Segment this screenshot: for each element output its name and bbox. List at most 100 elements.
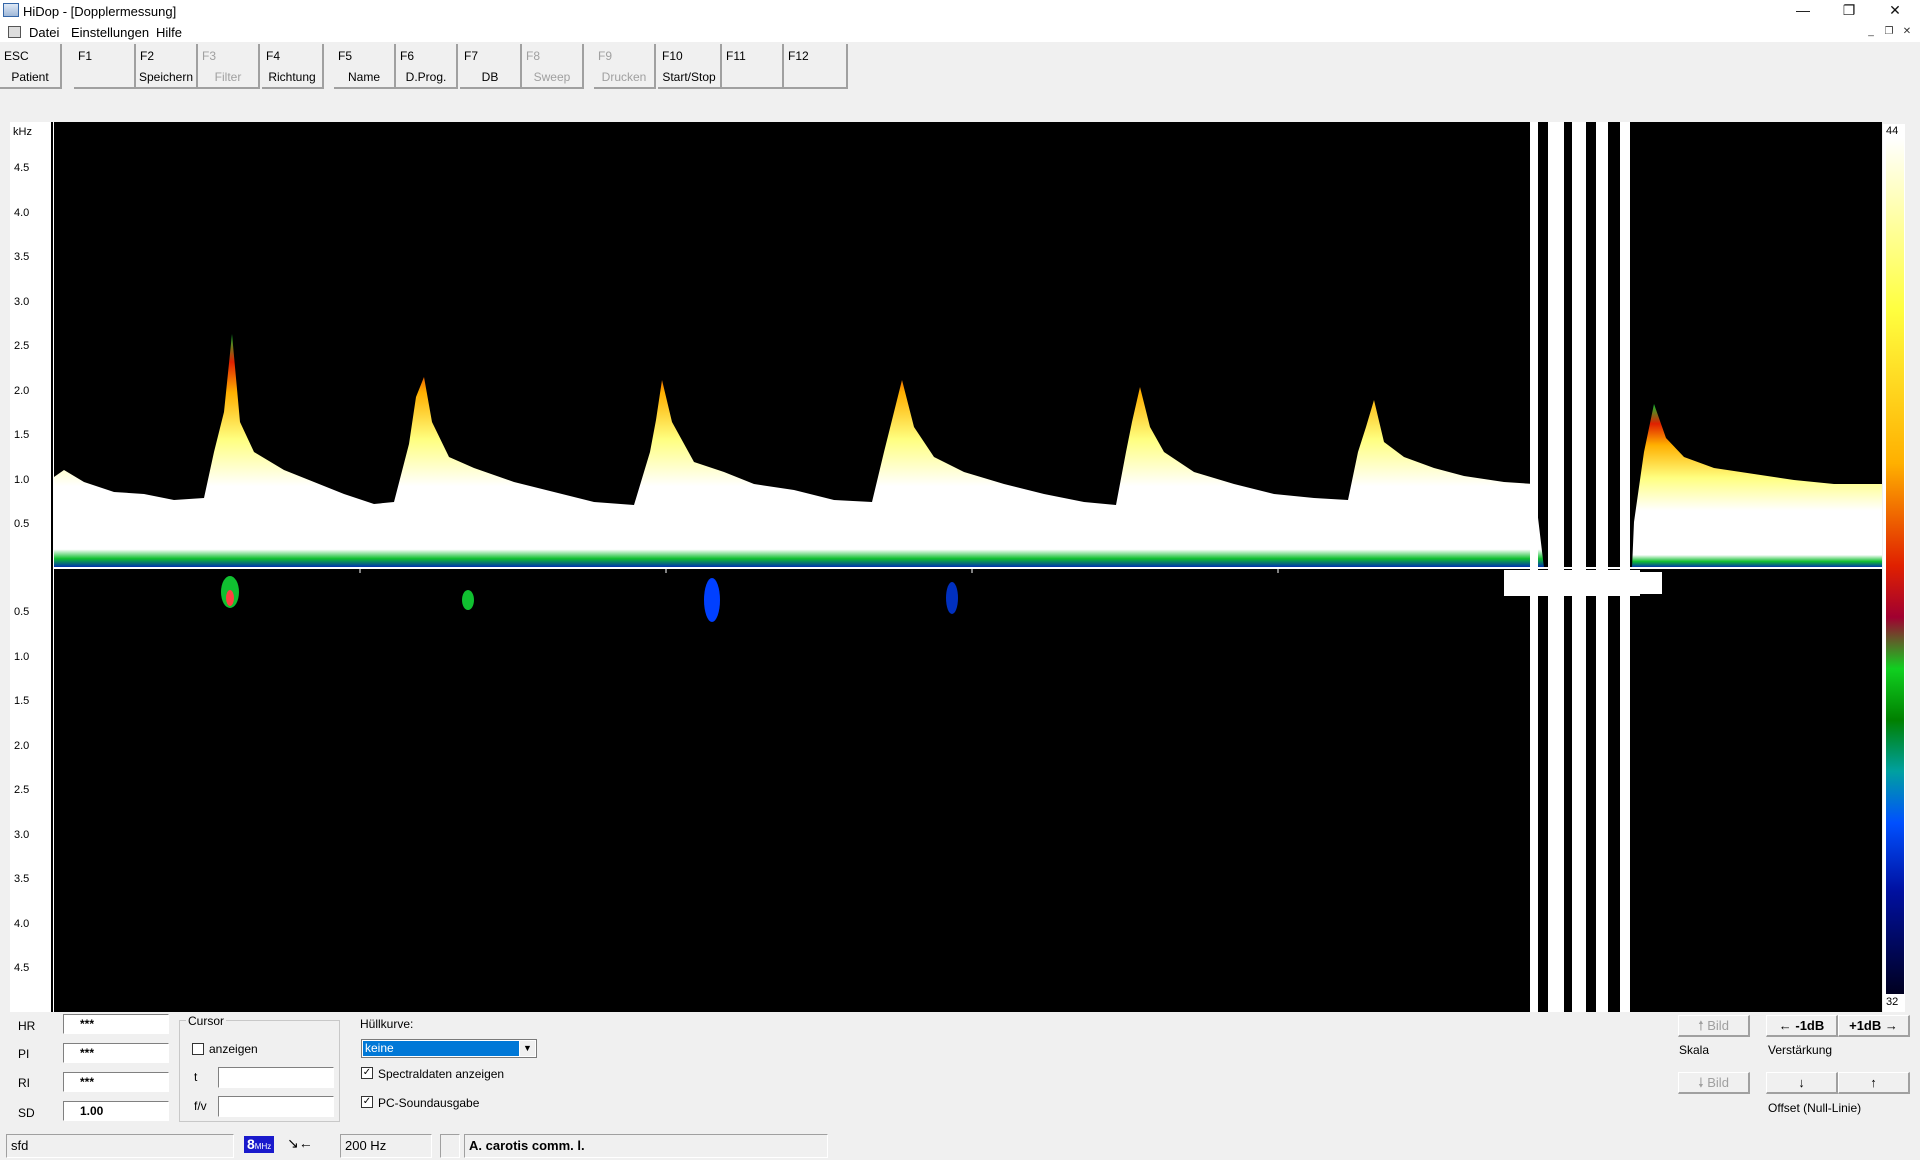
tick-label: 2.0 <box>14 385 30 397</box>
ri-value: *** <box>63 1072 169 1092</box>
cursor-group-title: Cursor <box>186 1014 227 1028</box>
tick-label: 1.0 <box>14 651 30 663</box>
fkey-f8-sweep-button[interactable]: F8 Sweep <box>522 44 584 89</box>
tick-label: 1.5 <box>14 429 30 441</box>
spectrum-envelope <box>54 334 1544 568</box>
menu-bar: Datei Einstellungen Hilfe _ ❐ ✕ <box>0 22 1920 42</box>
mdi-minimize-button[interactable]: _ <box>1864 26 1878 38</box>
chevron-down-icon[interactable]: ▼ <box>520 1041 535 1056</box>
scale-down-button[interactable]: 🠗 Bild <box>1678 1072 1750 1094</box>
fkey-label: Richtung <box>268 70 316 84</box>
color-scale-bar: 44 32 <box>1883 124 1905 1012</box>
gain-up-button[interactable]: +1dB → <box>1838 1015 1910 1037</box>
tick-label: 4.5 <box>14 162 30 174</box>
fkey-label: Speichern <box>138 70 194 84</box>
status-prf: 200 Hz <box>340 1134 432 1158</box>
axis-unit: kHz <box>13 126 32 138</box>
restore-button[interactable]: ❐ <box>1826 0 1872 22</box>
fkey-label: D.Prog. <box>405 70 447 84</box>
menu-datei[interactable]: Datei <box>29 25 59 40</box>
fkey-f11-button[interactable]: F11 <box>722 44 784 89</box>
tick-label: 4.0 <box>14 207 30 219</box>
reverse-flow-spot <box>704 578 720 622</box>
fkey-label: Drucken <box>601 70 647 84</box>
offset-label: Offset (Null-Linie) <box>1768 1101 1862 1115</box>
ri-label: RI <box>18 1076 30 1090</box>
fkey-label: Filter <box>214 70 242 84</box>
cursor-show-checkbox[interactable] <box>192 1043 204 1055</box>
flow-direction-icon: ↘← <box>287 1135 313 1151</box>
tick-label: 3.5 <box>14 251 30 263</box>
fkey-f4-direction-button[interactable]: F4 Richtung <box>262 44 324 89</box>
offset-up-button[interactable]: ↑ <box>1838 1072 1910 1094</box>
menu-hilfe[interactable]: Hilfe <box>156 25 182 40</box>
hr-label: HR <box>18 1019 36 1033</box>
fkey-f2-save-button[interactable]: F2 Speichern <box>136 44 198 89</box>
fkey-f3-filter-button[interactable]: F3 Filter <box>198 44 260 89</box>
fkey-esc-patient-button[interactable]: ESC Patient <box>0 44 62 89</box>
function-key-toolbar: ESC Patient F1 F2 Speichern F3 Filter F4… <box>0 44 860 89</box>
fkey-key: F9 <box>598 49 613 63</box>
fkey-f6-dprog-button[interactable]: F6 D.Prog. <box>396 44 458 89</box>
pi-label: PI <box>18 1047 30 1061</box>
cursor-t-field[interactable] <box>218 1067 334 1088</box>
tick-label: 2.0 <box>14 740 30 752</box>
mdi-close-button[interactable]: ✕ <box>1900 26 1914 38</box>
sd-label: SD <box>18 1106 35 1120</box>
fkey-f1-button[interactable]: F1 <box>74 44 136 89</box>
envelope-select[interactable]: keine ▼ <box>361 1039 537 1058</box>
spectral-data-checkbox[interactable]: ✓ <box>361 1067 373 1079</box>
artifact-bar <box>1504 570 1640 596</box>
reverse-flow-spot <box>462 590 474 610</box>
probe-frequency-badge: 8MHz <box>244 1136 274 1153</box>
status-spacer <box>440 1134 460 1158</box>
fkey-key: F12 <box>788 49 809 63</box>
menu-einstellungen[interactable]: Einstellungen <box>71 25 149 40</box>
title-bar: HiDop - [Dopplermessung] — ❐ ✕ <box>0 0 1920 22</box>
fkey-key: ESC <box>4 49 29 63</box>
offset-down-button[interactable]: ↓ <box>1766 1072 1838 1094</box>
fkey-f10-startstop-button[interactable]: F10 Start/Stop <box>658 44 722 89</box>
app-icon <box>3 3 19 17</box>
tick-label: 4.0 <box>14 918 30 930</box>
tick-label: 3.0 <box>14 829 30 841</box>
fkey-label: Start/Stop <box>662 70 716 84</box>
colorbar-gradient <box>1886 138 1904 994</box>
document-icon[interactable] <box>8 26 21 38</box>
cursor-t-label: t <box>194 1070 198 1084</box>
cursor-fv-label: f/v <box>194 1099 207 1113</box>
fkey-key: F4 <box>266 49 281 63</box>
tick-label: 2.5 <box>14 340 30 352</box>
mdi-restore-button[interactable]: ❐ <box>1882 26 1896 38</box>
fkey-key: F5 <box>338 49 353 63</box>
scale-up-button[interactable]: 🠕 Bild <box>1678 1015 1750 1037</box>
colorbar-min-label: 32 <box>1886 996 1899 1008</box>
spectrogram-canvas <box>54 122 1882 1012</box>
tick-label: 3.5 <box>14 873 30 885</box>
tick-label: 0.5 <box>14 518 30 530</box>
scale-label: Skala <box>1679 1043 1710 1057</box>
fkey-f7-db-button[interactable]: F7 DB <box>460 44 522 89</box>
reverse-flow-spot <box>946 582 958 614</box>
minimize-button[interactable]: — <box>1780 0 1826 22</box>
tick-label: 2.5 <box>14 784 30 796</box>
cursor-fv-field[interactable] <box>218 1096 334 1117</box>
tick-label: 0.5 <box>14 606 30 618</box>
spectral-data-label: Spectraldaten anzeigen <box>378 1067 505 1081</box>
fkey-f9-print-button[interactable]: F9 Drucken <box>594 44 656 89</box>
tick-label: 4.5 <box>14 962 30 974</box>
pc-sound-checkbox[interactable]: ✓ <box>361 1096 373 1108</box>
doppler-spectrogram[interactable] <box>54 122 1882 1012</box>
fkey-key: F6 <box>400 49 415 63</box>
fkey-f5-name-button[interactable]: F5 Name <box>334 44 396 89</box>
pi-value: *** <box>63 1043 169 1063</box>
fkey-f12-button[interactable]: F12 <box>784 44 848 89</box>
status-vessel: A. carotis comm. l. <box>464 1134 828 1158</box>
cursor-show-label: anzeigen <box>209 1042 258 1056</box>
probe-unit: MHz <box>254 1142 272 1151</box>
close-button[interactable]: ✕ <box>1872 0 1918 22</box>
fkey-label: Name <box>347 70 380 84</box>
fkey-label: Patient <box>11 70 49 84</box>
fkey-key: F11 <box>726 49 746 63</box>
gain-down-button[interactable]: ← -1dB <box>1766 1015 1838 1037</box>
